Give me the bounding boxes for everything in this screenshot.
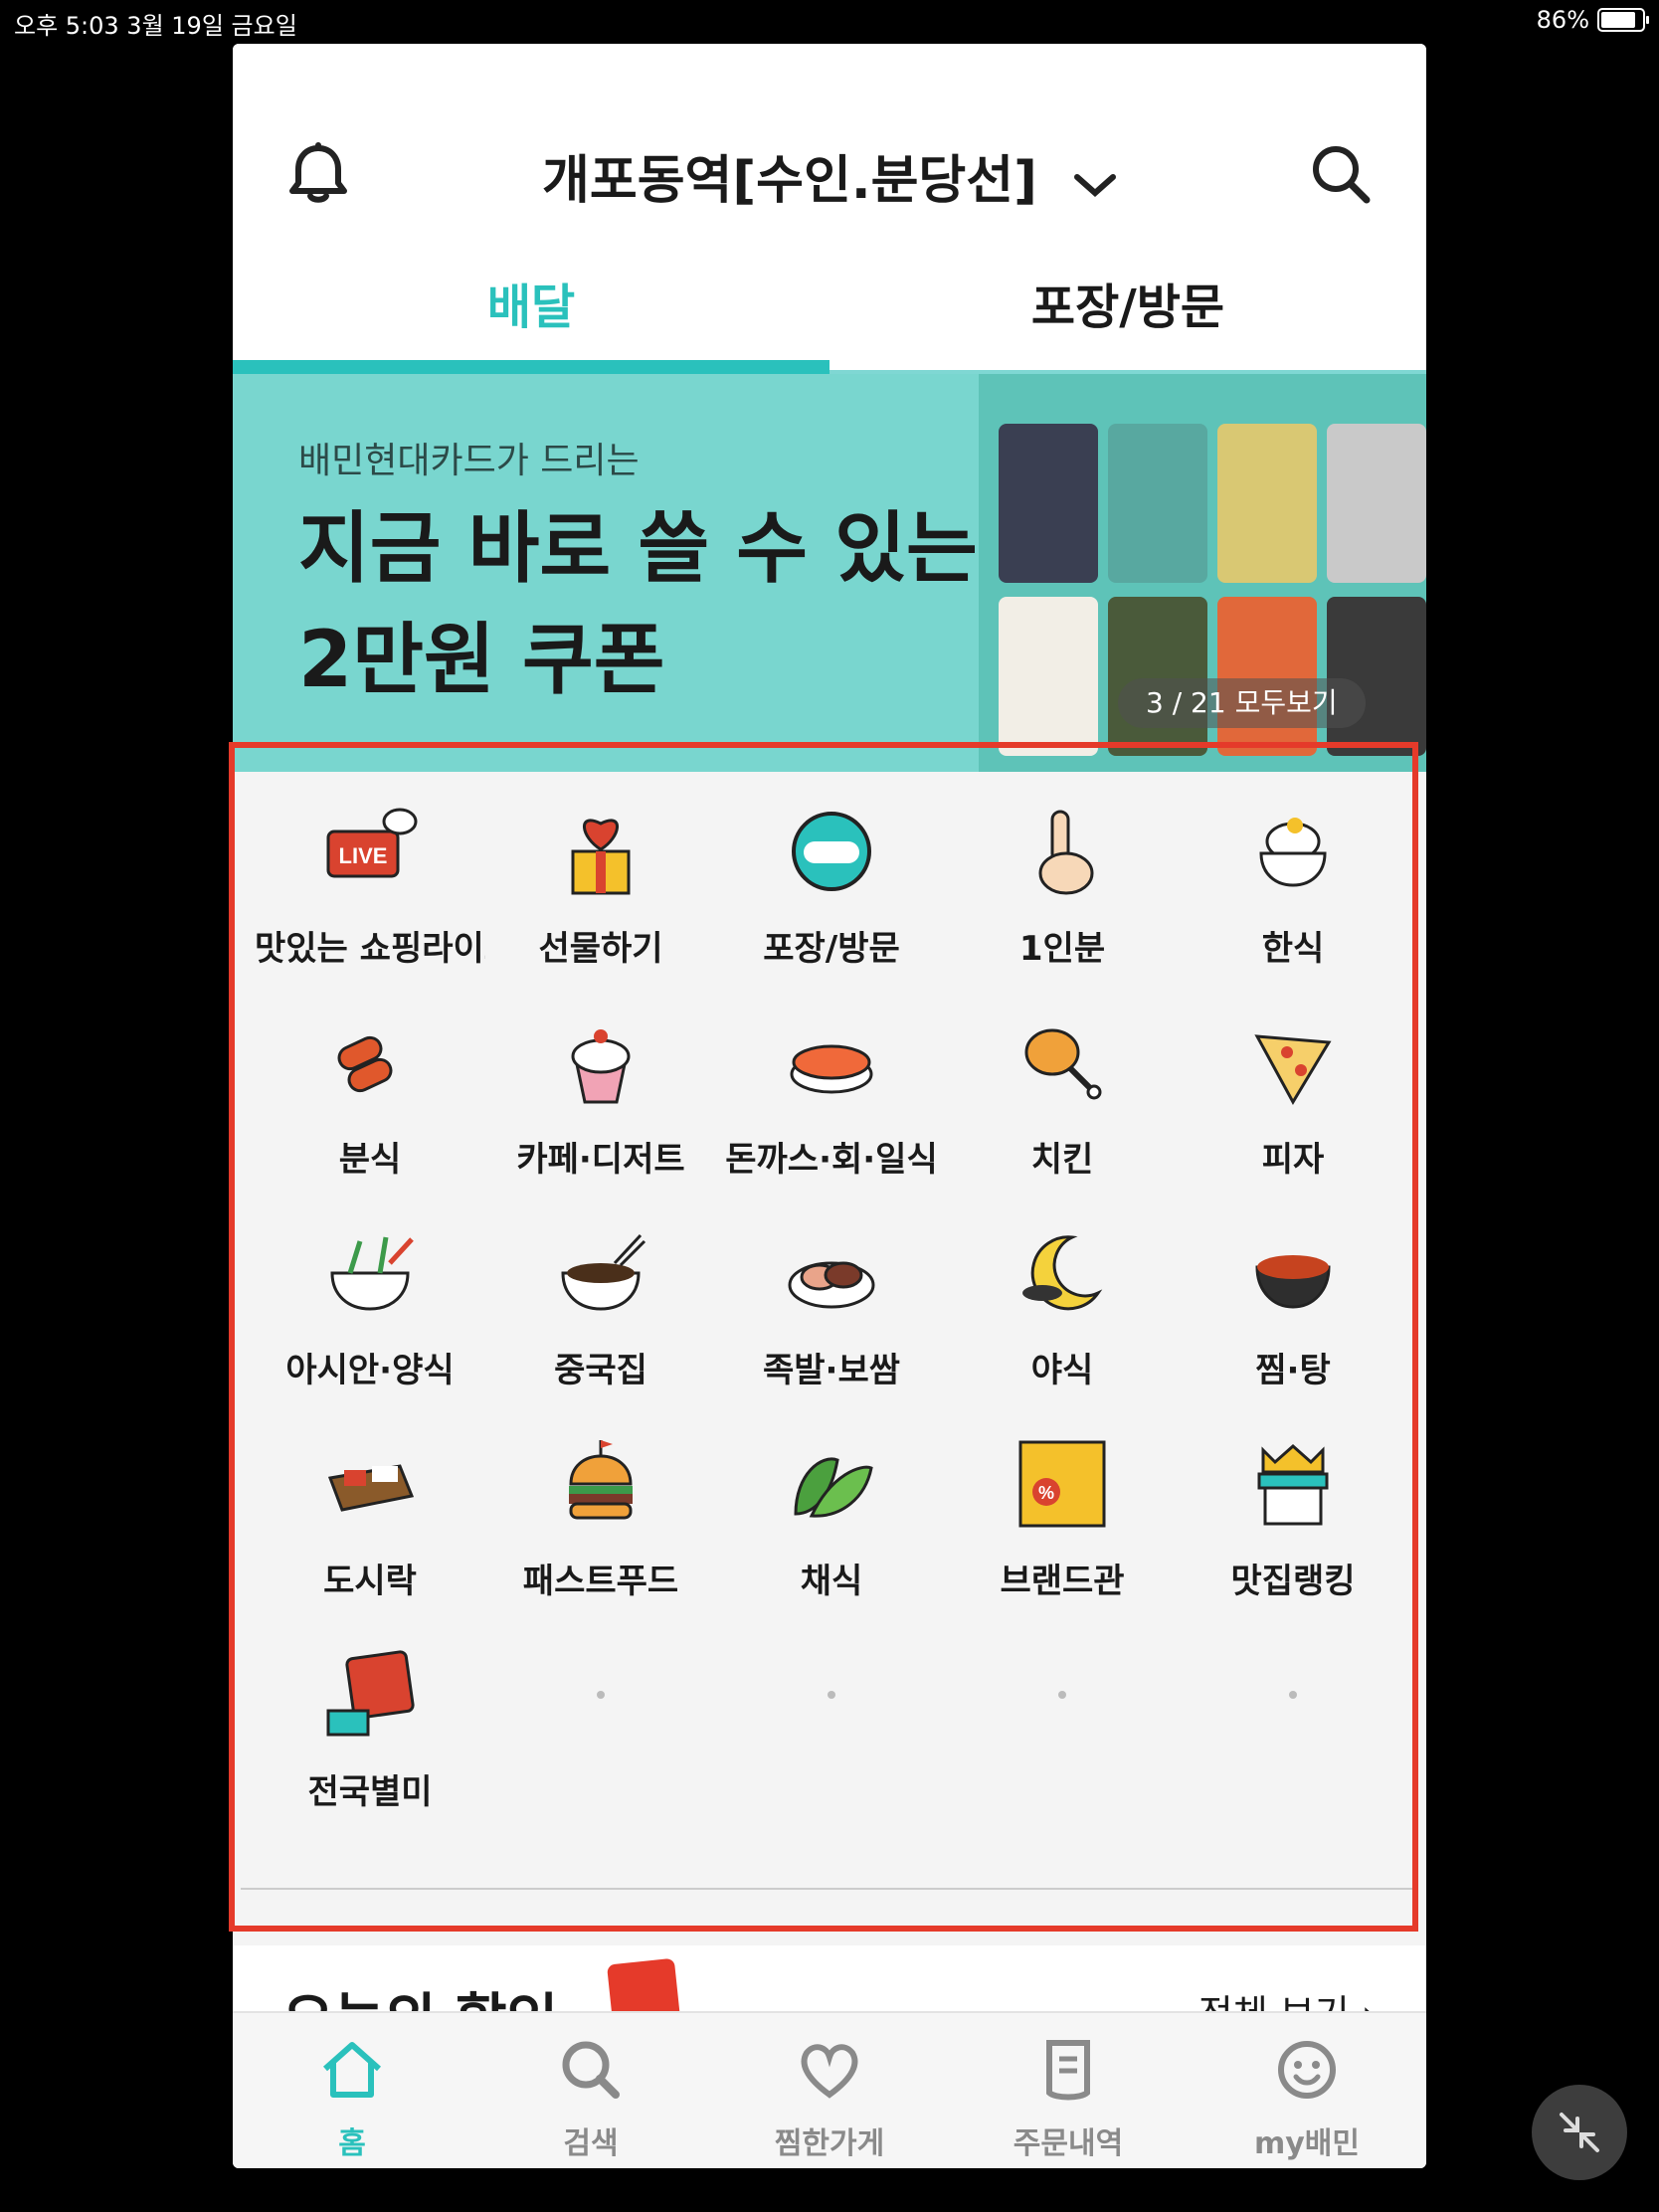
tab-label: 찜한가게: [774, 2126, 885, 2161]
smile-icon: [1272, 2035, 1342, 2105]
search-icon[interactable]: [1305, 138, 1377, 210]
card-image: [1217, 424, 1317, 583]
promo-banner[interactable]: 배민현대카드가 드리는 지금 바로 쓸 수 있는 2만원 쿠폰 3 / 21 모…: [233, 374, 1426, 772]
delivery-tabs: 배달 포장/방문: [233, 268, 1426, 372]
banner-title: 지금 바로 쓸 수 있는 2만원 쿠폰: [298, 493, 995, 716]
tab-smile[interactable]: my배민: [1188, 2013, 1426, 2168]
tab-takeout[interactable]: 포장/방문: [830, 268, 1426, 372]
status-bar: 오후 5:03 3월 19일 금요일 86%: [0, 0, 1659, 40]
receipt-icon: [1033, 2035, 1103, 2105]
search-icon: [556, 2035, 626, 2105]
card-image: [1108, 597, 1207, 756]
battery-icon: [1597, 8, 1649, 32]
tab-search[interactable]: 검색: [471, 2013, 710, 2168]
banner-title-line1: 지금 바로 쓸 수 있는: [298, 504, 978, 594]
card-image: [999, 597, 1098, 756]
tab-receipt[interactable]: 주문내역: [949, 2013, 1188, 2168]
card-image: [1108, 424, 1207, 583]
tab-heart[interactable]: 찜한가게: [710, 2013, 949, 2168]
tab-label: 홈: [338, 2126, 366, 2161]
heart-icon: [795, 2035, 864, 2105]
tab-label: 주문내역: [1013, 2126, 1124, 2161]
tab-label: 검색: [563, 2126, 619, 2161]
highlight-box: [229, 742, 1418, 1932]
bottom-tab-bar: 홈 검색 찜한가게 주문내역 my배민: [233, 2011, 1426, 2168]
status-time: 오후 5:03 3월 19일 금요일: [14, 12, 297, 40]
location-label: 개포동역[수인.분당선]: [542, 151, 1037, 211]
battery-percent: 86%: [1536, 6, 1589, 34]
chevron-down-icon: [1073, 154, 1117, 214]
banner-title-line2: 2만원 쿠폰: [298, 616, 665, 705]
app-header: 개포동역[수인.분당선]: [233, 44, 1426, 263]
location-selector[interactable]: 개포동역[수인.분당선]: [233, 138, 1426, 214]
banner-pager[interactable]: 3 / 21 모두보기: [1118, 678, 1366, 728]
tab-delivery[interactable]: 배달: [233, 268, 830, 372]
card-image: [1327, 597, 1426, 756]
tab-home[interactable]: 홈: [233, 2013, 471, 2168]
home-icon: [317, 2035, 387, 2105]
card-image: [999, 424, 1098, 583]
banner-subtitle: 배민현대카드가 드리는: [298, 441, 640, 481]
card-image: [1327, 424, 1426, 583]
tab-active-indicator: [233, 360, 830, 374]
card-image: [1217, 597, 1317, 756]
battery-status: 86%: [1536, 6, 1649, 34]
collapse-button[interactable]: [1532, 2085, 1627, 2180]
tab-label: my배민: [1253, 2126, 1360, 2161]
